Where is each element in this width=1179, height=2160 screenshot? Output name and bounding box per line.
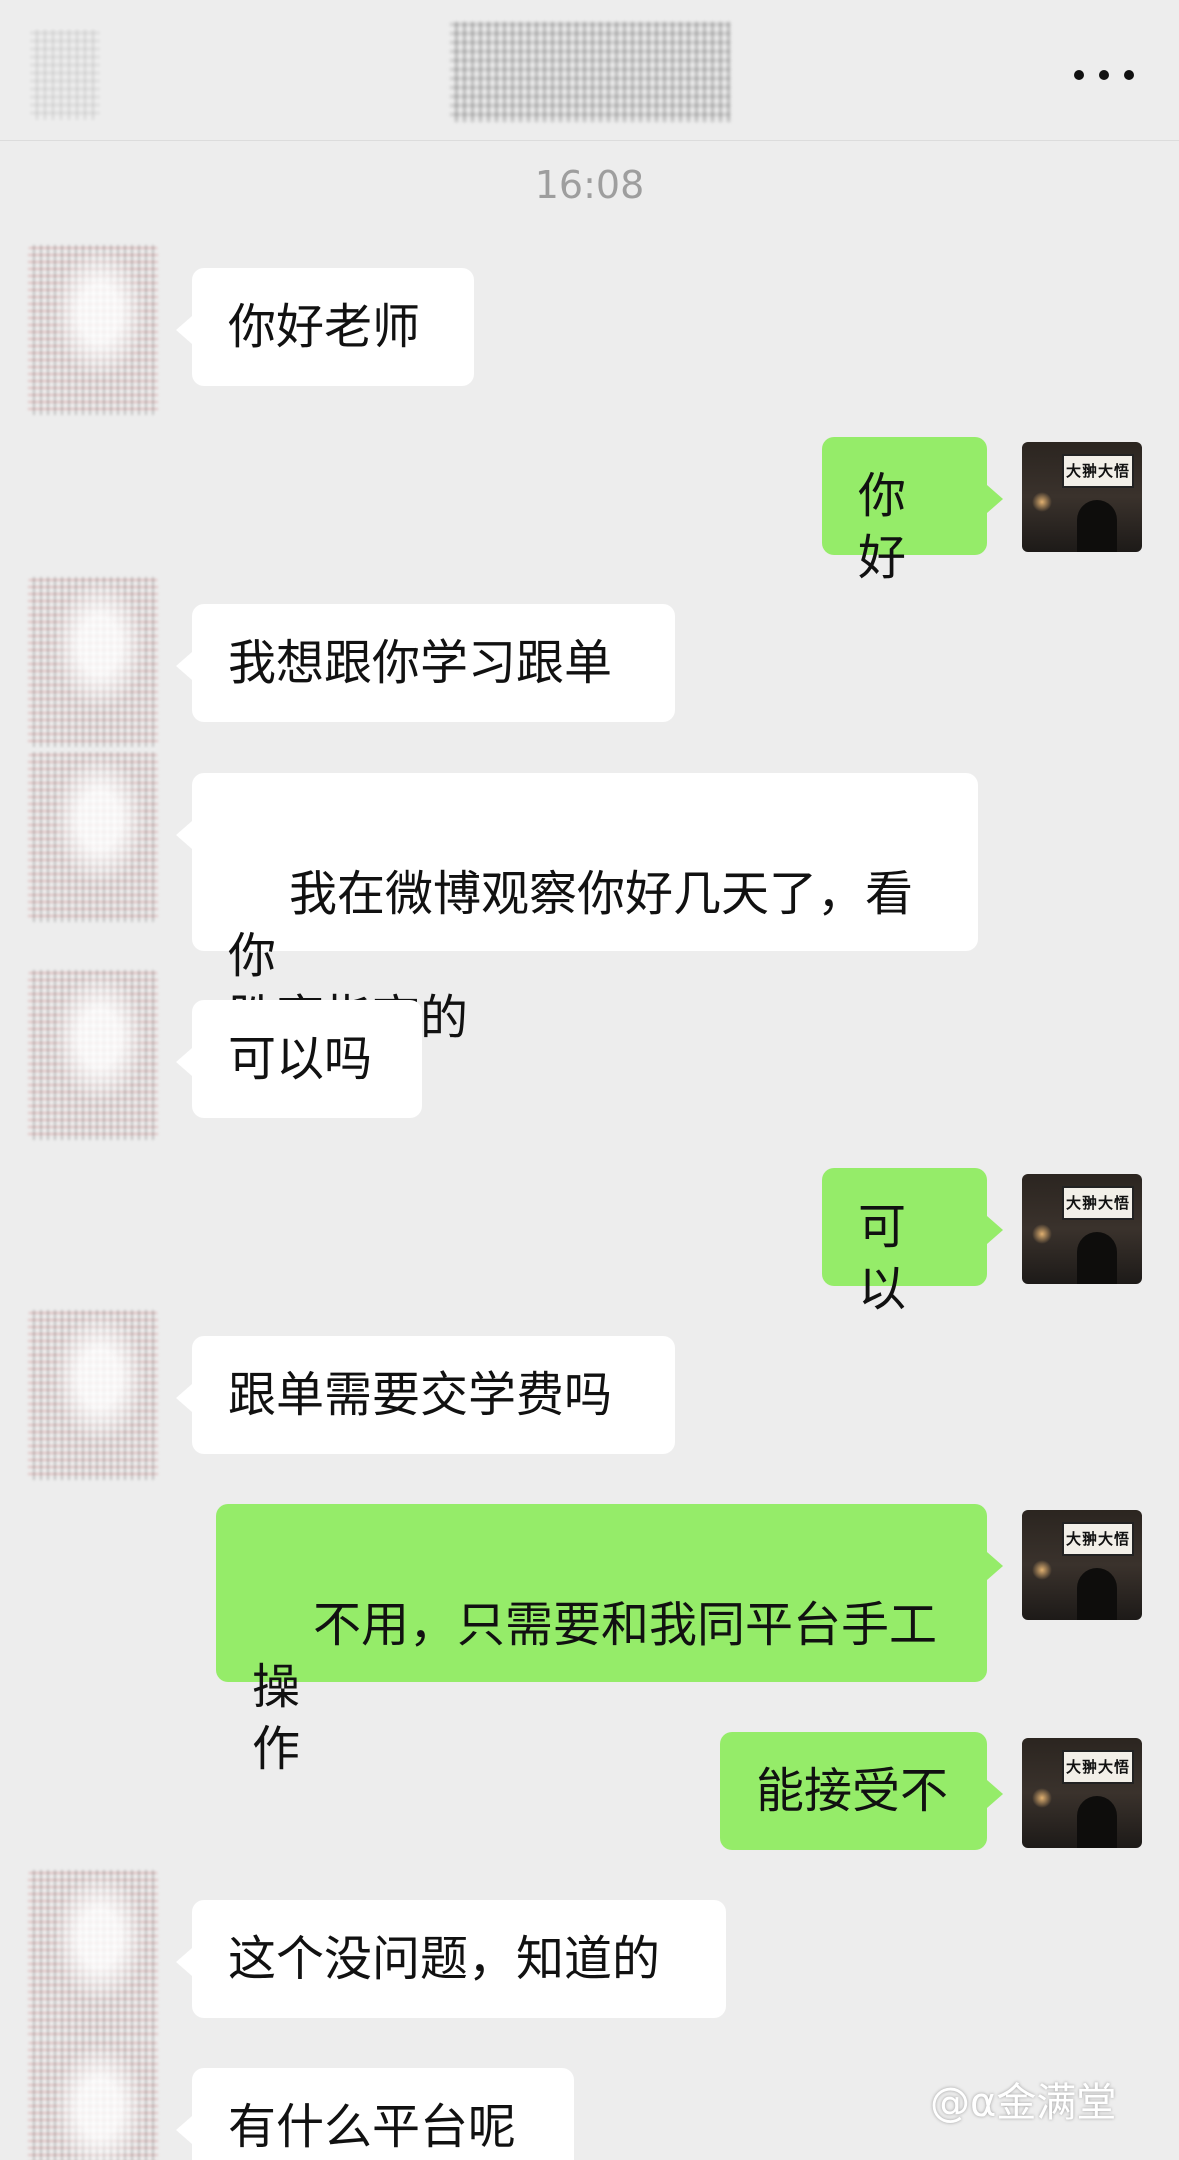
message-bubble-outgoing[interactable]: 你好 bbox=[822, 437, 1003, 586]
message-text: 跟单需要交学费吗 bbox=[228, 1367, 613, 1423]
message-bubble-incoming[interactable]: 有什么平台呢 bbox=[176, 2068, 574, 2160]
message-text: 可以 bbox=[858, 1199, 907, 1317]
message-text: 你好 bbox=[858, 468, 907, 586]
my-avatar[interactable]: 大翀大悟 bbox=[1022, 1510, 1142, 1620]
dot-1 bbox=[1074, 70, 1084, 80]
message-text: 你好老师 bbox=[228, 299, 421, 355]
lamp-glow bbox=[1032, 1788, 1052, 1808]
contact-avatar[interactable] bbox=[28, 577, 158, 747]
more-dots-icon[interactable] bbox=[1074, 55, 1134, 95]
message-text: 这个没问题，知道的 bbox=[228, 1931, 661, 1987]
contact-avatar[interactable] bbox=[28, 2040, 158, 2160]
contact-avatar[interactable] bbox=[28, 1870, 158, 2040]
chat-header bbox=[0, 0, 1179, 141]
contact-avatar[interactable] bbox=[28, 752, 158, 922]
chat-screen: 16:08 你好老师 你好 大翀大悟 我想跟你学习跟单 我在微博观察你好几天了，… bbox=[0, 0, 1179, 2160]
contact-avatar[interactable] bbox=[28, 970, 158, 1140]
avatar-sign: 大翀大悟 bbox=[1062, 1750, 1134, 1784]
avatar-sign: 大翀大悟 bbox=[1062, 1522, 1134, 1556]
person-silhouette bbox=[1077, 1796, 1117, 1848]
back-button[interactable] bbox=[30, 30, 100, 120]
message-bubble-outgoing[interactable]: 可以 bbox=[822, 1168, 1003, 1317]
lamp-glow bbox=[1032, 1560, 1052, 1580]
message-bubble-incoming[interactable]: 我想跟你学习跟单 bbox=[176, 604, 675, 722]
lamp-glow bbox=[1032, 492, 1052, 512]
person-silhouette bbox=[1077, 1232, 1117, 1284]
message-text: 我想跟你学习跟单 bbox=[228, 635, 613, 691]
person-silhouette bbox=[1077, 1568, 1117, 1620]
message-bubble-outgoing[interactable]: 不用，只需要和我同平台手工操 作 bbox=[216, 1504, 1003, 1777]
message-bubble-outgoing[interactable]: 能接受不 bbox=[720, 1732, 1003, 1850]
chat-title bbox=[450, 22, 730, 122]
message-text: 有什么平台呢 bbox=[228, 2099, 517, 2155]
message-bubble-incoming[interactable]: 跟单需要交学费吗 bbox=[176, 1336, 675, 1454]
my-avatar[interactable]: 大翀大悟 bbox=[1022, 442, 1142, 552]
my-avatar[interactable]: 大翀大悟 bbox=[1022, 1738, 1142, 1848]
message-bubble-incoming[interactable]: 你好老师 bbox=[176, 268, 474, 386]
message-text: 可以吗 bbox=[228, 1031, 373, 1087]
contact-avatar[interactable] bbox=[28, 245, 158, 415]
person-silhouette bbox=[1077, 500, 1117, 552]
message-bubble-incoming[interactable]: 我在微博观察你好几天了，看你 胜率指高的 bbox=[176, 773, 978, 1046]
dot-3 bbox=[1124, 70, 1134, 80]
message-bubble-incoming[interactable]: 这个没问题，知道的 bbox=[176, 1900, 726, 2018]
avatar-sign: 大翀大悟 bbox=[1062, 1186, 1134, 1220]
message-bubble-incoming[interactable]: 可以吗 bbox=[176, 1000, 422, 1118]
message-timestamp: 16:08 bbox=[534, 163, 645, 207]
contact-avatar[interactable] bbox=[28, 1310, 158, 1480]
avatar-sign: 大翀大悟 bbox=[1062, 454, 1134, 488]
dot-2 bbox=[1099, 70, 1109, 80]
watermark: @α金满堂 bbox=[930, 2080, 1117, 2126]
message-text: 能接受不 bbox=[756, 1763, 949, 1819]
my-avatar[interactable]: 大翀大悟 bbox=[1022, 1174, 1142, 1284]
lamp-glow bbox=[1032, 1224, 1052, 1244]
